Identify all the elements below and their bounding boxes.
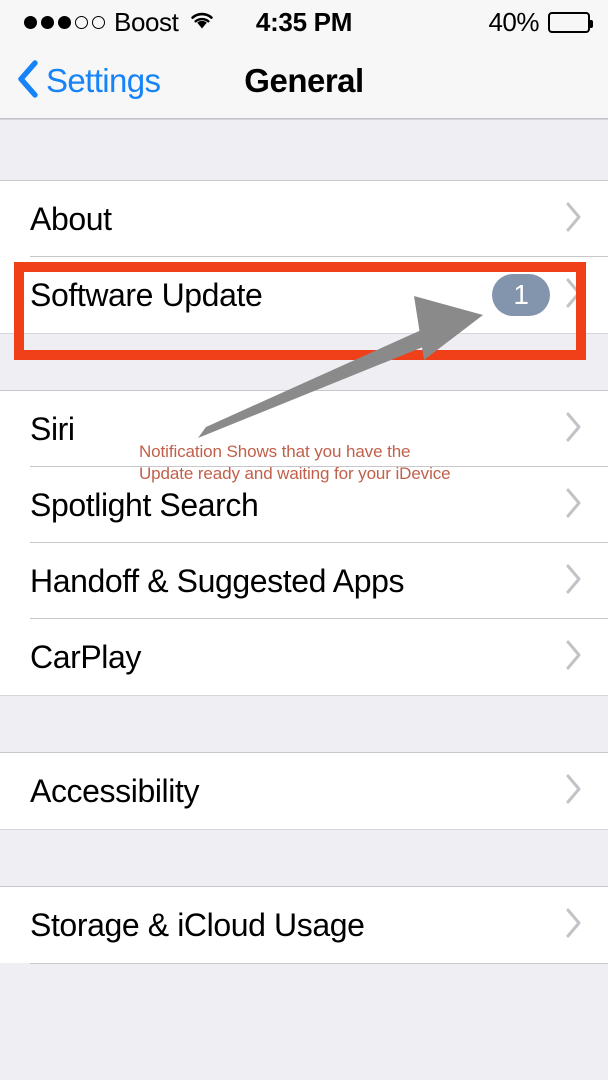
settings-row-label: Siri [30, 410, 75, 447]
update-badge: 1 [492, 274, 550, 316]
battery-percent-label: 40% [488, 6, 539, 37]
settings-row-label: About [30, 200, 112, 237]
carrier-label: Boost [114, 6, 179, 37]
chevron-right-icon [564, 411, 584, 448]
settings-group: Siri Spotlight Search Handoff & Suggested … [0, 391, 608, 695]
chevron-left-icon [16, 59, 40, 104]
settings-row-accessory [564, 907, 584, 944]
chevron-right-icon [564, 563, 584, 600]
settings-row[interactable]: Accessibility [0, 753, 608, 829]
settings-group: Storage & iCloud Usage [0, 887, 608, 963]
settings-table: About Software Update 1 Siri Spotlight Searc… [0, 119, 608, 964]
section-gap [0, 333, 608, 391]
chevron-right-icon [564, 487, 584, 524]
settings-group: About Software Update 1 [0, 181, 608, 333]
section-gap [0, 829, 608, 887]
settings-row[interactable]: Spotlight Search [0, 467, 608, 543]
chevron-right-icon [564, 907, 584, 944]
settings-row[interactable]: Handoff & Suggested Apps [0, 543, 608, 619]
settings-row-accessory [564, 773, 584, 810]
chevron-right-icon [564, 639, 584, 676]
settings-row-accessory: 1 [492, 274, 584, 316]
section-gap [0, 695, 608, 753]
settings-row-accessory [564, 563, 584, 600]
wifi-icon [188, 9, 216, 35]
battery-icon [548, 11, 593, 33]
status-bar-left: Boost [24, 7, 216, 38]
signal-strength-dots-icon [24, 15, 105, 29]
chevron-right-icon [564, 773, 584, 810]
settings-row-accessory [564, 639, 584, 676]
settings-row-label: Handoff & Suggested Apps [30, 562, 405, 599]
settings-row[interactable]: Storage & iCloud Usage [0, 887, 608, 963]
section-gap [0, 119, 608, 181]
settings-row-accessory [564, 487, 584, 524]
settings-row[interactable]: Siri [0, 391, 608, 467]
settings-row-accessory [564, 201, 584, 238]
settings-row-accessory [564, 411, 584, 448]
settings-row[interactable]: About [0, 181, 608, 257]
back-button[interactable]: Settings [0, 59, 161, 104]
status-bar-right: 40% [488, 6, 593, 38]
navigation-bar: Settings General [0, 44, 608, 119]
settings-row-label: Software Update [30, 276, 263, 313]
chevron-right-icon [564, 201, 584, 238]
settings-row[interactable]: CarPlay [0, 619, 608, 695]
status-bar: Boost 4:35 PM 40% [0, 0, 608, 44]
iphone-settings-screen: Boost 4:35 PM 40% Settings General About… [0, 0, 608, 1080]
row-separator [30, 963, 608, 964]
settings-group: Accessibility [0, 753, 608, 829]
settings-row-label: Storage & iCloud Usage [30, 906, 365, 943]
settings-row-label: Accessibility [30, 772, 200, 809]
settings-row[interactable]: Software Update 1 [0, 257, 608, 333]
settings-row-label: Spotlight Search [30, 486, 259, 523]
chevron-right-icon [564, 277, 584, 314]
settings-row-label: CarPlay [30, 638, 142, 675]
back-button-label: Settings [46, 62, 161, 99]
